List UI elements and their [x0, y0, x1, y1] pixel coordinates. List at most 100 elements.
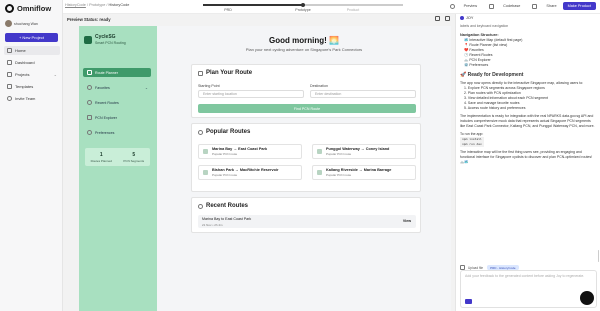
nav-pcn-explorer[interactable]: PCN Explorer — [83, 113, 151, 122]
user-profile[interactable]: shuchang Wan — [5, 20, 38, 27]
stat-pcn-segments: 5 PCN Segments — [118, 148, 151, 166]
popular-route-item[interactable]: Kallang Riverside → Marina Barrage Popula… — [312, 165, 416, 180]
start-input[interactable]: Enter starting location — [198, 90, 304, 98]
stat-label: Routes Planned — [90, 158, 112, 163]
header-actions: Preview Codebase Share Make Product — [438, 2, 596, 10]
cyclesg-title: CycleSG — [95, 34, 116, 40]
preview-panel: Preview Status: ready CycleSG Smart PCN … — [63, 14, 455, 311]
sidebar-item-label: Templates — [15, 84, 34, 89]
star-icon — [198, 129, 203, 135]
agent-name: JOY — [466, 16, 474, 20]
stat-value: 5 — [132, 151, 136, 158]
preview-toggle[interactable]: Preview — [444, 3, 478, 9]
sidebar-item-templates[interactable]: Templates — [4, 82, 60, 91]
chat-panel: JOY labels and keyboard navigation Navig… — [455, 14, 600, 311]
recent-route-item: Marina Bay to East Coast Park 21 Nov • 2… — [198, 215, 416, 228]
stat-value: 1 — [99, 151, 103, 158]
agent-avatar — [460, 16, 464, 20]
popular-route-item[interactable]: Punggol Waterway → Coney Island Popular P… — [312, 144, 416, 159]
codebase-label: Codebase — [503, 4, 521, 8]
find-route-button[interactable]: Find PCN Route — [198, 104, 416, 113]
clock-icon — [198, 203, 203, 209]
route-icon — [317, 170, 322, 175]
popular-routes-title-text: Popular Routes — [206, 129, 251, 135]
breadcrumb-mid[interactable]: Prototype — [89, 3, 105, 7]
nav-route-planner[interactable]: Route Planner — [83, 68, 151, 77]
message-list-item: ⚙️ Preferences — [464, 63, 489, 67]
nav-label: Route Planner — [95, 70, 118, 75]
nav-label: Recent Routes — [95, 100, 119, 105]
sidebar-item-label: Dashboard — [15, 60, 35, 65]
code-snippet: npm run dev — [460, 142, 484, 147]
app-preview-frame: CycleSG Smart PCN Routing Route Planner … — [79, 26, 451, 311]
chat-message: labels and keyboard navigation Navigatio… — [460, 24, 595, 264]
nav-label: Favorites — [95, 85, 110, 90]
user-name: shuchang Wan — [14, 21, 38, 26]
step-product[interactable]: Product — [347, 8, 359, 12]
home-icon — [7, 48, 12, 53]
message-heading: 🚀 Ready for Development — [460, 72, 524, 78]
top-header: HistoryCode / Prototype / HistoryCode PR… — [63, 0, 600, 14]
message-list-item: 5. Access route history and preferences — [464, 106, 526, 110]
step-progress-pending — [303, 4, 403, 6]
chat-input-placeholder: Add your feedback to the generated conte… — [465, 274, 585, 278]
current-step-marker — [301, 2, 305, 7]
message-text: The interactive map will be the first th… — [460, 150, 593, 164]
sidebar-item-dashboard[interactable]: Dashboard — [4, 58, 60, 67]
gear-icon — [87, 130, 92, 135]
codebase-toggle[interactable]: Codebase — [483, 3, 521, 9]
sidebar-item-label: Invite Team — [15, 96, 36, 101]
upload-file-button[interactable]: Upload file — [468, 266, 483, 270]
destination-input[interactable]: Enter destination — [310, 90, 416, 98]
sidebar-item-projects[interactable]: Projects ⌄ — [4, 70, 60, 79]
route-sub: Popular PCN route — [326, 152, 352, 156]
fullscreen-icon[interactable] — [435, 16, 440, 21]
breadcrumb-root[interactable]: HistoryCode — [65, 3, 86, 7]
nav-recent-routes[interactable]: Recent Routes — [83, 98, 151, 107]
new-project-button[interactable]: + New Project — [5, 33, 58, 42]
chat-header: JOY — [460, 16, 473, 20]
start-label: Starting Point — [198, 84, 220, 88]
view-route-button[interactable]: View — [403, 219, 411, 223]
help-chat-button[interactable] — [580, 291, 594, 305]
popular-route-item[interactable]: Marina Bay → East Coast Park Popular PCN … — [198, 144, 302, 159]
chat-scrollbar[interactable] — [597, 250, 599, 262]
nav-label: PCN Explorer — [95, 115, 117, 120]
step-prd[interactable]: PRD — [224, 8, 232, 12]
route-name: Punggol Waterway → Coney Island — [326, 147, 390, 151]
bike-logo-icon — [84, 35, 92, 44]
chat-input[interactable]: Add your feedback to the generated conte… — [460, 270, 597, 308]
dashboard-icon — [7, 60, 12, 65]
navigation-icon — [198, 70, 203, 76]
step-prototype[interactable]: Prototype — [295, 8, 310, 12]
message-text: The implementation is ready for integrat… — [460, 114, 595, 128]
route-name: Kallang Riverside → Marina Barrage — [326, 168, 392, 172]
send-button[interactable] — [465, 299, 472, 304]
route-sub: Popular PCN route — [212, 173, 238, 177]
app-root: Omniflow shuchang Wan + New Project Home… — [0, 0, 600, 311]
omniflow-logo-icon — [5, 4, 14, 13]
template-icon — [7, 84, 12, 89]
preview-status: Status: ready — [84, 16, 111, 22]
share-icon — [532, 3, 538, 9]
cyclesg-brand: CycleSG Smart PCN Routing — [84, 34, 126, 45]
step-progress-done — [203, 4, 303, 6]
make-product-button[interactable]: Make Product — [562, 2, 596, 10]
nav-preferences[interactable]: Preferences — [83, 128, 151, 137]
preview-label: Preview — [463, 4, 478, 8]
recent-route-name: Marina Bay to East Coast Park — [202, 217, 252, 221]
popular-route-item[interactable]: Bishan Park → MacRitchie Reservoir Popula… — [198, 165, 302, 180]
stat-label: PCN Segments — [123, 158, 145, 163]
nav-favorites[interactable]: Favorites ⌄ — [83, 83, 151, 92]
avatar — [5, 20, 12, 27]
destination-label: Destination — [310, 84, 328, 88]
share-button[interactable]: Share — [526, 3, 557, 9]
sidebar-item-invite-team[interactable]: Invite Team — [4, 94, 60, 103]
app-logo[interactable]: Omniflow — [5, 4, 51, 13]
app-name: Omniflow — [17, 4, 52, 13]
sidebar-item-home[interactable]: Home — [4, 46, 60, 55]
open-external-icon[interactable] — [445, 16, 450, 21]
nav-label: Preferences — [95, 130, 115, 135]
route-icon — [203, 149, 208, 154]
route-icon — [317, 149, 322, 154]
